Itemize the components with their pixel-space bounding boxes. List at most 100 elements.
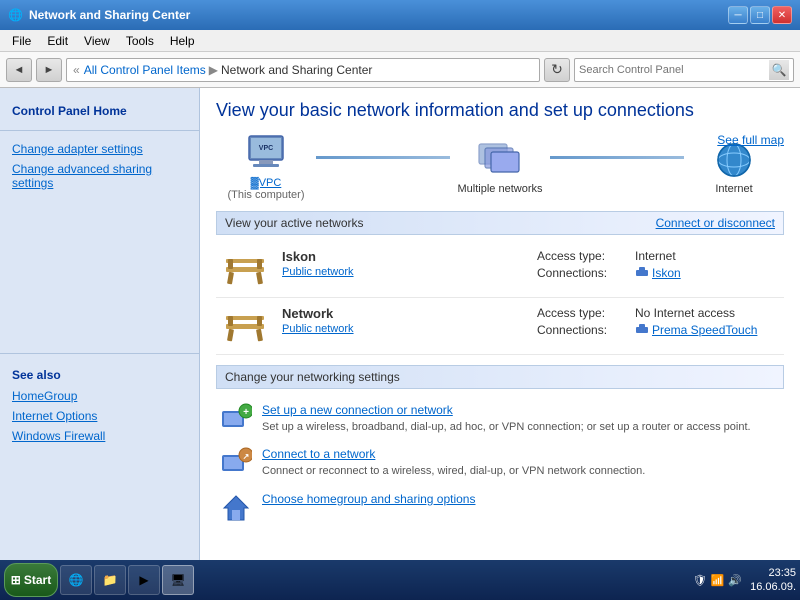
window-icon: 🌐 — [8, 8, 23, 22]
search-input[interactable] — [579, 64, 769, 76]
explorer-icon: 📁 — [103, 573, 118, 587]
address-bar: ◄ ► « All Control Panel Items ▶ Network … — [0, 52, 800, 88]
setting-item-connect-network: ↗ Connect to a network Connect or reconn… — [216, 441, 784, 485]
media-icon: ▶ — [139, 573, 148, 587]
windows-orb-icon: ⊞ — [11, 573, 21, 587]
connect-network-content: Connect to a network Connect or reconnec… — [262, 447, 645, 479]
network-tray-icon: 📶 — [711, 574, 725, 587]
change-settings-section: Change your networking settings + Set up… — [216, 365, 784, 530]
menu-tools[interactable]: Tools — [118, 32, 162, 50]
sidebar-homegroup[interactable]: HomeGroup — [0, 386, 199, 406]
taskbar-media-button[interactable]: ▶ — [128, 565, 160, 595]
map-computer-label: ▓VPC — [251, 177, 282, 189]
sidebar-divider-1 — [0, 130, 199, 131]
menu-edit[interactable]: Edit — [39, 32, 76, 50]
menu-bar: File Edit View Tools Help — [0, 30, 800, 52]
maximize-button[interactable]: □ — [750, 6, 770, 24]
sidebar-windows-firewall[interactable]: Windows Firewall — [0, 426, 199, 446]
network-entry-iskon: Iskon Public network Access type: Intern… — [216, 241, 784, 298]
sidebar: Control Panel Home Change adapter settin… — [0, 88, 200, 560]
map-node-computer: VPC ▓VPC (This computer) — [216, 133, 316, 201]
active-networks-title: View your active networks — [225, 216, 364, 230]
svg-text:VPC: VPC — [259, 145, 273, 152]
iskon-conn-row: Connections: Iskon — [537, 266, 780, 280]
clock: 23:35 16.06.09. — [750, 566, 796, 595]
minimize-button[interactable]: ─ — [728, 6, 748, 24]
address-path[interactable]: « All Control Panel Items ▶ Network and … — [66, 58, 540, 82]
connect-network-desc: Connect or reconnect to a wireless, wire… — [262, 465, 645, 477]
iskon-conn-value[interactable]: Iskon — [635, 266, 681, 280]
search-box[interactable]: 🔍 — [574, 58, 794, 82]
new-connection-desc: Set up a wireless, broadband, dial-up, a… — [262, 421, 751, 433]
map-line-1 — [316, 156, 450, 159]
homegroup-link[interactable]: Choose homegroup and sharing options — [262, 492, 475, 506]
see-also-label: See also — [0, 362, 199, 386]
menu-view[interactable]: View — [76, 32, 118, 50]
system-tray: 🛡 📶 🔊 — [687, 574, 748, 587]
network2-type[interactable]: Public network — [282, 323, 354, 335]
antivirus-icon: 🛡 — [693, 574, 707, 587]
ie-icon: 🌐 — [69, 573, 84, 587]
network2-conn-value[interactable]: Prema SpeedTouch — [635, 323, 757, 337]
path-control-panel[interactable]: All Control Panel Items — [84, 63, 206, 77]
network-entry-network: Network Public network Access type: No I… — [216, 298, 784, 355]
control-panel-icon: 🖥 — [170, 573, 185, 587]
computer-icon: VPC — [240, 133, 292, 177]
taskbar-ie-button[interactable]: 🌐 — [60, 565, 92, 595]
iskon-access-row: Access type: Internet — [537, 249, 780, 263]
refresh-button[interactable]: ↻ — [544, 58, 570, 82]
menu-help[interactable]: Help — [162, 32, 203, 50]
sidebar-advanced-sharing[interactable]: Change advanced sharing settings — [0, 159, 199, 193]
map-node-multiple: Multiple networks — [450, 139, 550, 195]
connect-network-link[interactable]: Connect to a network — [262, 447, 645, 461]
svg-text:+: + — [243, 407, 249, 418]
new-connection-content: Set up a new connection or network Set u… — [262, 403, 751, 435]
sidebar-divider-2 — [0, 353, 199, 354]
map-multiple-label: Multiple networks — [458, 183, 543, 195]
network-details-iskon: Access type: Internet Connections: Iskon — [537, 249, 780, 289]
change-settings-header: Change your networking settings — [216, 365, 784, 389]
menu-file[interactable]: File — [4, 32, 39, 50]
clock-date: 16.06.09. — [750, 580, 796, 594]
map-internet-label: Internet — [715, 183, 752, 195]
start-button[interactable]: ⊞ Start — [4, 563, 58, 597]
network2-access-row: Access type: No Internet access — [537, 306, 780, 320]
network2-access-value: No Internet access — [635, 306, 735, 320]
forward-button[interactable]: ► — [36, 58, 62, 82]
network-icon-iskon — [220, 249, 270, 289]
clock-time: 23:35 — [750, 566, 796, 580]
iskon-conn-label: Connections: — [537, 266, 627, 280]
main-layout: Control Panel Home Change adapter settin… — [0, 88, 800, 560]
new-connection-icon: + — [220, 403, 252, 435]
network2-conn-row: Connections: Prema SpeedTouch — [537, 323, 780, 337]
iskon-access-label: Access type: — [537, 249, 627, 263]
content-area: View your basic network information and … — [200, 88, 800, 560]
taskbar-control-panel-button[interactable]: 🖥 — [162, 565, 194, 595]
path-separator: ▶ — [209, 63, 218, 77]
multiple-networks-icon — [474, 139, 526, 183]
new-connection-link[interactable]: Set up a new connection or network — [262, 403, 751, 417]
title-bar-left: 🌐 Network and Sharing Center — [8, 8, 190, 22]
close-button[interactable]: ✕ — [772, 6, 792, 24]
map-line-2 — [550, 156, 684, 159]
map-node-internet: Internet — [684, 139, 784, 195]
network2-access-label: Access type: — [537, 306, 627, 320]
network-details-network: Access type: No Internet access Connecti… — [537, 306, 780, 346]
see-full-map-link[interactable]: See full map — [717, 133, 784, 147]
sidebar-adapter-settings[interactable]: Change adapter settings — [0, 139, 199, 159]
path-prefix: « — [73, 63, 80, 77]
network2-conn-label: Connections: — [537, 323, 627, 337]
iskon-type[interactable]: Public network — [282, 266, 354, 278]
network-map: VPC ▓VPC (This computer) Multiple networ… — [216, 133, 784, 201]
active-networks-header: View your active networks Connect or dis… — [216, 211, 784, 235]
taskbar-explorer-button[interactable]: 📁 — [94, 565, 126, 595]
sidebar-home-label: Control Panel Home — [0, 98, 199, 122]
start-label: Start — [24, 573, 51, 587]
sidebar-internet-options[interactable]: Internet Options — [0, 406, 199, 426]
network2-name: Network — [282, 306, 525, 321]
taskbar: ⊞ Start 🌐 📁 ▶ 🖥 🛡 📶 🔊 23:35 16.06.09. — [0, 560, 800, 600]
network-info-iskon: Iskon Public network — [282, 249, 525, 289]
connect-or-disconnect-link[interactable]: Connect or disconnect — [656, 216, 775, 230]
search-button[interactable]: 🔍 — [769, 60, 789, 80]
back-button[interactable]: ◄ — [6, 58, 32, 82]
